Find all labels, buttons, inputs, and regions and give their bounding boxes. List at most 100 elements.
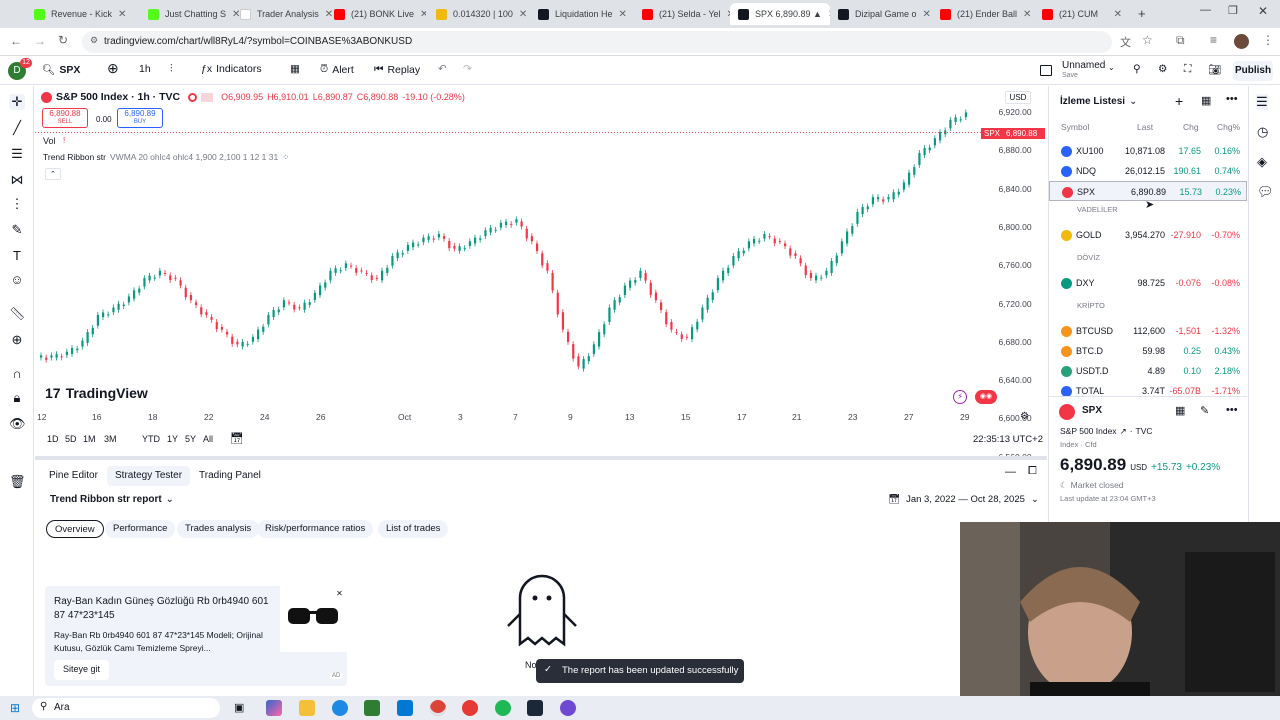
range-button[interactable]: 1D [47, 434, 59, 444]
advanced-view-icon[interactable]: ▦ [1201, 94, 1211, 107]
watchlist-row[interactable]: GOLD 3,954.270 -27.910 -0.70% [1049, 225, 1247, 245]
maximize-panel-icon[interactable]: ⧠ [1028, 465, 1037, 478]
browser-tab[interactable]: 0.014320 | 100 ✕ [428, 3, 528, 25]
layout-name-button[interactable]: Unnamed Save [1062, 61, 1105, 81]
task-view-icon[interactable]: ▣ [234, 701, 244, 714]
browser-menu-icon[interactable]: ⋮ [1262, 33, 1274, 47]
browser-tab[interactable]: Trader Analysis ✕ [232, 3, 332, 25]
ad-card[interactable]: Ray-Ban Kadın Güneş Gözlüğü Rb 0rb4940 6… [45, 586, 347, 686]
axis-settings-gear-icon[interactable]: ⚙ [1020, 411, 1029, 422]
translate-icon[interactable]: 文 [1120, 34, 1131, 50]
watchlist-row[interactable]: BTCUSD 112,600 -1,501 -1.32% [1049, 321, 1247, 341]
watchlist-section-header[interactable]: VADELİLER [1077, 205, 1118, 214]
emoji-icon[interactable]: ☺ [9, 272, 25, 288]
range-button[interactable]: 5D [65, 434, 77, 444]
browser-tab[interactable]: Dizipal Game o ✕ [830, 3, 930, 25]
date-range-selector[interactable]: 📅︎ Jan 3, 2022 — Oct 28, 2025 ⌄ [888, 494, 1039, 505]
app-icon[interactable] [560, 700, 576, 716]
watchlist-section-header[interactable]: DÖVİZ [1077, 253, 1100, 262]
header-chgp[interactable]: Chg% [1217, 122, 1240, 132]
report-subtab[interactable]: Performance [105, 520, 176, 538]
range-button[interactable]: 3M [104, 434, 117, 444]
alerts-clock-icon[interactable]: ◷ [1257, 124, 1268, 140]
redo-icon[interactable]: ↷ [463, 63, 472, 75]
watchlist-icon[interactable]: ☰ [1256, 94, 1268, 110]
header-chg[interactable]: Chg [1183, 122, 1199, 132]
lightning-icon[interactable]: ⚡︎ [953, 390, 967, 404]
add-symbol-icon[interactable]: + [1175, 93, 1183, 109]
screenshot-camera-icon[interactable]: 📷︎ [1208, 63, 1221, 76]
browser-tab[interactable]: (21) Ender Ball ✕ [932, 3, 1032, 25]
bookmark-star-icon[interactable]: ☆ [1142, 33, 1153, 47]
pattern-icon[interactable]: ⋈ [9, 172, 25, 188]
forward-icon[interactable]: → [34, 34, 46, 48]
tab-close-icon[interactable]: ✕ [619, 9, 627, 20]
back-icon[interactable]: ← [10, 34, 22, 48]
zoom-icon[interactable]: ⊕ [9, 332, 25, 348]
new-tab-icon[interactable]: + [1138, 6, 1146, 21]
header-last[interactable]: Last [1137, 122, 1153, 132]
browser-tab[interactable]: (21) Selda - Yel✕ [634, 3, 734, 25]
opera-icon[interactable] [462, 700, 478, 716]
range-button[interactable]: 5Y [185, 434, 196, 444]
taskbar-search[interactable]: ⚲ Ara [32, 698, 220, 718]
outlook-icon[interactable] [397, 700, 413, 716]
crosshair-cursor-icon[interactable]: ✛ [9, 94, 25, 110]
ad-close-icon[interactable]: ✕ [334, 588, 345, 599]
restore-icon[interactable]: ❐ [1228, 4, 1238, 17]
spotify-icon[interactable] [495, 700, 511, 716]
trendline-icon[interactable]: ╱ [9, 120, 25, 136]
minimize-panel-icon[interactable]: — [1005, 466, 1016, 478]
collapse-legend-icon[interactable]: ⌃ [45, 168, 61, 180]
range-button[interactable]: 1M [83, 434, 96, 444]
detail-name[interactable]: S&P 500 Index [1060, 426, 1117, 437]
watchlist-row[interactable]: XU100 10,871.08 17.65 0.16% [1049, 141, 1247, 161]
report-subtab[interactable]: Trades analysis [177, 520, 260, 538]
tab-close-icon[interactable]: ✕ [519, 9, 527, 20]
browser-tab[interactable]: Liquidation He ✕ [530, 3, 630, 25]
watchlist-row[interactable]: DXY 98.725 -0.076 -0.08% [1049, 273, 1247, 293]
undo-icon[interactable]: ↶ [438, 63, 447, 75]
tab-close-icon[interactable]: ✕ [1114, 9, 1122, 20]
site-info-icon[interactable]: ⚙ [90, 35, 98, 46]
report-subtab[interactable]: Overview [46, 520, 104, 538]
trash-icon[interactable]: 🗑︎ [9, 474, 26, 490]
fib-retracement-icon[interactable]: ☰ [9, 146, 25, 162]
layout-icon[interactable] [1040, 65, 1052, 76]
browser-tab[interactable]: SPX 6,890.89 ▲✕ [730, 3, 830, 25]
text-tool-icon[interactable]: T [9, 248, 25, 264]
hide-drawings-icon[interactable]: 👁︎ [9, 416, 26, 432]
file-explorer-icon[interactable] [299, 700, 315, 716]
watchlist-title-dropdown[interactable]: İzleme Listesi ⌄ [1060, 96, 1137, 107]
report-subtab[interactable]: List of trades [378, 520, 449, 538]
ruler-icon[interactable]: 📏︎ [9, 306, 26, 322]
panel-tab[interactable]: Trading Panel [191, 466, 269, 486]
chart-type-icon[interactable]: ⫶ [170, 63, 173, 76]
reload-icon[interactable]: ↻ [58, 33, 68, 47]
range-button[interactable]: All [203, 434, 213, 444]
tab-close-icon[interactable]: ✕ [923, 9, 930, 20]
alert-button[interactable]: ⏰︎ Alert [320, 63, 354, 76]
detail-grid-icon[interactable]: ▦ [1175, 404, 1185, 417]
panel-tab[interactable]: Pine Editor [41, 466, 106, 486]
lock-drawings-icon[interactable]: 🔒︎ [9, 390, 25, 406]
browser-tab[interactable]: (21) CUM ✕ [1034, 3, 1130, 25]
detail-more-icon[interactable]: ••• [1226, 404, 1238, 416]
replay-button[interactable]: ⏮︎ Replay [374, 63, 420, 76]
tab-close-icon[interactable]: ✕ [420, 9, 426, 20]
indicators-button[interactable]: ƒx Indicators [201, 63, 262, 75]
date-range-calendar-icon[interactable]: 📅︎ [230, 432, 244, 445]
price-chart[interactable]: S&P 500 Index · 1h · TVC O6,909.95 H6,91… [35, 86, 1047, 426]
magnet-icon[interactable]: ∩ [9, 366, 25, 382]
report-title-dropdown[interactable]: Trend Ribbon str report ⌄ [50, 494, 174, 505]
range-button[interactable]: 1Y [167, 434, 178, 444]
chrome-icon[interactable] [430, 700, 446, 716]
settings-gear-icon[interactable]: ⚙ [1158, 63, 1167, 75]
watchlist-row[interactable]: BTC.D 59.98 0.25 0.43% [1049, 341, 1247, 361]
header-symbol[interactable]: Symbol [1061, 122, 1089, 132]
interval-button[interactable]: 1h [139, 63, 151, 75]
sell-button[interactable]: 6,890.88 SELL [42, 108, 88, 128]
minimize-icon[interactable]: — [1200, 4, 1211, 16]
indicator-legend[interactable]: Trend Ribbon str VWMA 20 ohlc4 ohlc4 1,9… [43, 152, 289, 163]
compare-plus-icon[interactable]: ⊕ [107, 60, 119, 77]
